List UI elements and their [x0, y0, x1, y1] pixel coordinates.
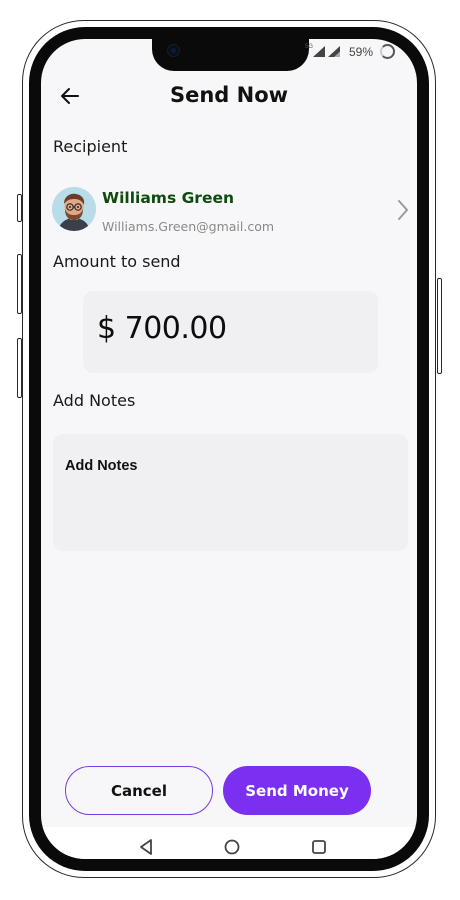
- nav-back-icon[interactable]: [136, 837, 156, 857]
- app-header: Send Now: [41, 79, 417, 115]
- page-title: Send Now: [169, 83, 289, 107]
- network-label: 5G: [304, 44, 313, 50]
- app-screen: 5G 59% Send Now Recipient Williams Green…: [41, 39, 417, 859]
- battery-percent: 59%: [348, 44, 373, 59]
- amount-input[interactable]: $ 700.00: [83, 291, 378, 373]
- notes-textarea[interactable]: Add Notes: [53, 434, 408, 551]
- nav-recents-icon[interactable]: [309, 837, 329, 857]
- recipient-label: Recipient: [53, 137, 128, 156]
- nav-home-icon[interactable]: [222, 837, 242, 857]
- recipient-email: Williams.Green@gmail.com: [102, 219, 275, 234]
- recipient-card[interactable]: Williams Green Williams.Green@gmail.com: [52, 185, 412, 235]
- phone-power-button: [437, 278, 442, 374]
- chevron-right-icon: [398, 200, 408, 220]
- send-money-button[interactable]: Send Money: [223, 766, 371, 815]
- signal-icon-2: [327, 46, 340, 57]
- status-bar: 5G 59%: [305, 44, 395, 59]
- notes-placeholder: Add Notes: [65, 458, 138, 474]
- system-nav-bar: [41, 827, 417, 859]
- battery-icon: [380, 44, 395, 59]
- cancel-button[interactable]: Cancel: [65, 766, 213, 815]
- avatar-icon: [52, 187, 96, 231]
- amount-value: $ 700.00: [97, 311, 227, 346]
- amount-label: Amount to send: [53, 252, 181, 271]
- front-camera: [168, 45, 179, 56]
- notes-label: Add Notes: [53, 391, 136, 410]
- signal-icon: [312, 46, 325, 57]
- recipient-name: Williams Green: [102, 189, 235, 207]
